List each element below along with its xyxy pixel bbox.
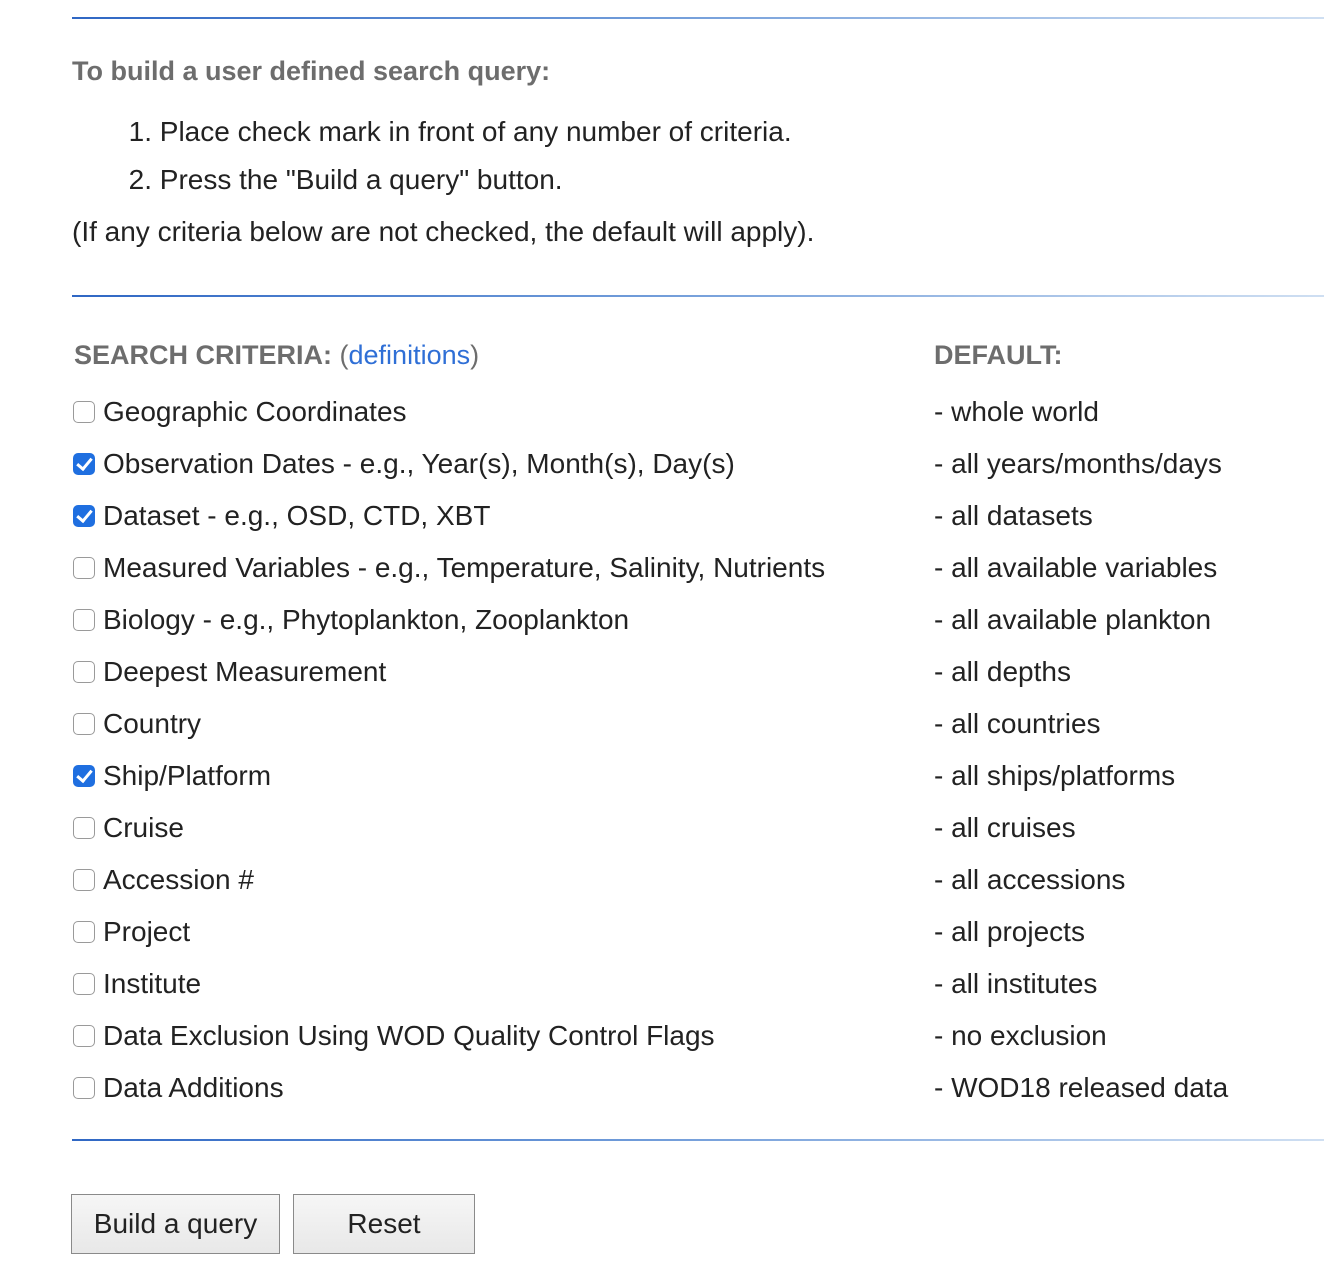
criteria-row: Dataset - e.g., OSD, CTD, XBT - all datas… bbox=[72, 490, 1324, 542]
middle-divider bbox=[72, 295, 1324, 297]
criteria-default: - all available plankton bbox=[934, 604, 1212, 635]
criteria-label: Dataset - e.g., OSD, CTD, XBT bbox=[103, 500, 491, 531]
criteria-checkbox[interactable] bbox=[73, 765, 95, 787]
criteria-default: - whole world bbox=[934, 396, 1099, 427]
criteria-checkbox[interactable] bbox=[73, 1077, 95, 1099]
criteria-checkbox[interactable] bbox=[73, 557, 95, 579]
criteria-default: - all projects bbox=[934, 916, 1085, 947]
criteria-default: - all countries bbox=[934, 708, 1101, 739]
criteria-row: Institute - all institutes bbox=[72, 958, 1324, 1010]
criteria-default: - all accessions bbox=[934, 864, 1126, 895]
criteria-header: SEARCH CRITERIA: (definitions) bbox=[74, 340, 479, 371]
open-paren: ( bbox=[332, 340, 349, 370]
criteria-checkbox[interactable] bbox=[73, 401, 95, 423]
criteria-row: Deepest Measurement - all depths bbox=[72, 646, 1324, 698]
criteria-row: Observation Dates - e.g., Year(s), Month… bbox=[72, 438, 1324, 490]
criteria-row: Ship/Platform - all ships/platforms bbox=[72, 750, 1324, 802]
criteria-checkbox[interactable] bbox=[73, 505, 95, 527]
top-divider bbox=[72, 17, 1324, 19]
criteria-default: - WOD18 released data bbox=[934, 1072, 1229, 1103]
criteria-row: Country - all countries bbox=[72, 698, 1324, 750]
criteria-label: Accession # bbox=[103, 864, 254, 895]
criteria-row: Accession # - all accessions bbox=[72, 854, 1324, 906]
step-number: 2. bbox=[128, 164, 152, 195]
bottom-divider bbox=[72, 1139, 1324, 1141]
criteria-row: Geographic Coordinates - whole world bbox=[72, 386, 1324, 438]
criteria-checkbox[interactable] bbox=[73, 973, 95, 995]
criteria-label: Measured Variables - e.g., Temperature, … bbox=[103, 552, 826, 583]
intro-title: To build a user defined search query: bbox=[72, 56, 551, 86]
step-text: Place check mark in front of any number … bbox=[159, 116, 792, 147]
criteria-row: Data Additions - WOD18 released data bbox=[72, 1062, 1324, 1114]
criteria-label: Observation Dates - e.g., Year(s), Month… bbox=[103, 448, 735, 479]
reset-button[interactable]: Reset bbox=[293, 1194, 475, 1254]
criteria-label: Country bbox=[103, 708, 202, 739]
criteria-header-label: SEARCH CRITERIA: bbox=[74, 340, 333, 370]
criteria-row: Cruise - all cruises bbox=[72, 802, 1324, 854]
instruction-step: 2. Press the "Build a query" button. bbox=[72, 158, 792, 206]
step-number: 1. bbox=[128, 116, 152, 147]
criteria-checkbox[interactable] bbox=[73, 453, 95, 475]
criteria-label: Biology - e.g., Phytoplankton, Zooplankt… bbox=[103, 604, 630, 635]
criteria-label: Institute bbox=[103, 968, 202, 999]
instruction-steps: 1. Place check mark in front of any numb… bbox=[72, 110, 792, 206]
criteria-row: Biology - e.g., Phytoplankton, Zooplankt… bbox=[72, 594, 1324, 646]
criteria-default: - all cruises bbox=[934, 812, 1076, 843]
criteria-checkbox[interactable] bbox=[73, 713, 95, 735]
build-query-button[interactable]: Build a query bbox=[71, 1194, 280, 1254]
criteria-label: Cruise bbox=[103, 812, 184, 843]
criteria-checkbox[interactable] bbox=[73, 869, 95, 891]
default-note: (If any criteria below are not checked, … bbox=[72, 216, 815, 247]
criteria-default: - all years/months/days bbox=[934, 448, 1222, 479]
criteria-checkbox[interactable] bbox=[73, 817, 95, 839]
criteria-label: Data Exclusion Using WOD Quality Control… bbox=[103, 1020, 715, 1051]
instruction-step: 1. Place check mark in front of any numb… bbox=[72, 110, 792, 158]
criteria-default: - no exclusion bbox=[934, 1020, 1107, 1051]
criteria-default: - all ships/platforms bbox=[934, 760, 1176, 791]
criteria-row: Measured Variables - e.g., Temperature, … bbox=[72, 542, 1324, 594]
definitions-link[interactable]: definitions bbox=[349, 340, 471, 370]
criteria-checkbox[interactable] bbox=[73, 661, 95, 683]
criteria-checkbox[interactable] bbox=[73, 1025, 95, 1047]
close-paren: ) bbox=[470, 340, 480, 370]
criteria-label: Data Additions bbox=[103, 1072, 284, 1103]
criteria-default: - all available variables bbox=[934, 552, 1218, 583]
criteria-checkbox[interactable] bbox=[73, 921, 95, 943]
criteria-label: Geographic Coordinates bbox=[103, 396, 407, 427]
criteria-list: Geographic Coordinates - whole world Obser… bbox=[72, 386, 1324, 1114]
criteria-default: - all institutes bbox=[934, 968, 1098, 999]
criteria-label: Ship/Platform bbox=[103, 760, 272, 791]
criteria-row: Project - all projects bbox=[72, 906, 1324, 958]
criteria-label: Project bbox=[103, 916, 191, 947]
criteria-checkbox[interactable] bbox=[73, 609, 95, 631]
default-header: DEFAULT: bbox=[934, 340, 1063, 370]
criteria-default: - all datasets bbox=[934, 500, 1093, 531]
step-text: Press the "Build a query" button. bbox=[159, 164, 563, 195]
criteria-label: Deepest Measurement bbox=[103, 656, 387, 687]
criteria-row: Data Exclusion Using WOD Quality Control… bbox=[72, 1010, 1324, 1062]
criteria-default: - all depths bbox=[934, 656, 1071, 687]
